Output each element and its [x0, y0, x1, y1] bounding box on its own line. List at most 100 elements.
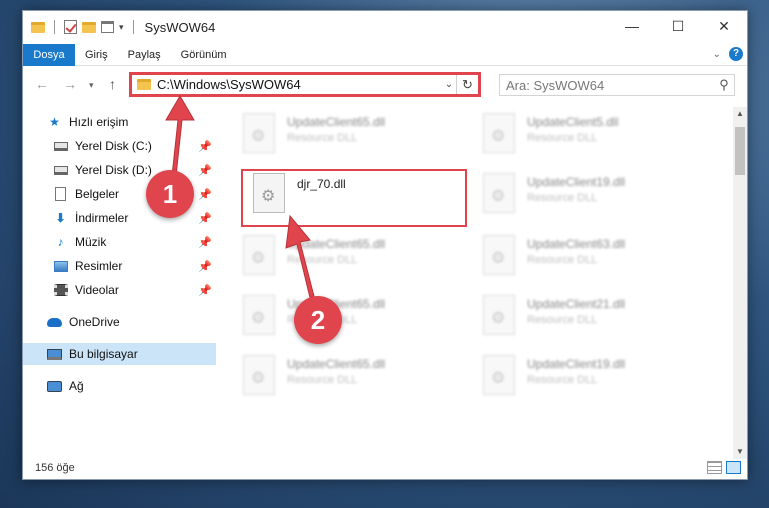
- dll-file-icon: [483, 295, 515, 335]
- file-name: UpdateClient65.dll: [287, 237, 386, 251]
- sidebar-item-label: Ağ: [69, 379, 84, 393]
- ribbon-right-controls: ⌄ ?: [713, 47, 743, 61]
- pin-icon[interactable]: 📌: [198, 260, 212, 273]
- sidebar-item-label: Videolar: [75, 283, 119, 297]
- file-item[interactable]: UpdateClient21.dll Resource DLL: [473, 291, 703, 343]
- properties-check-icon[interactable]: [64, 20, 77, 34]
- pin-icon[interactable]: 📌: [198, 284, 212, 297]
- sidebar-item-label: Müzik: [75, 235, 107, 249]
- file-item[interactable]: UpdateClient65.dllResource DLL: [233, 109, 463, 161]
- sidebar-item-disk-c[interactable]: Yerel Disk (C:) 📌: [23, 135, 216, 157]
- dll-file-icon: [483, 355, 515, 395]
- sidebar-item-label: OneDrive: [69, 315, 120, 329]
- tab-file[interactable]: Dosya: [23, 43, 75, 66]
- toolbar-dropdown-icon[interactable]: ▾: [119, 22, 124, 33]
- file-type: Resource DLL: [527, 314, 598, 326]
- search-input[interactable]: Ara: SysWOW64: [500, 78, 714, 93]
- download-icon: ⬇: [55, 211, 66, 225]
- step-badge-2: 2: [294, 296, 342, 344]
- dll-file-icon: [243, 113, 275, 153]
- item-count: 156 öğe: [35, 462, 75, 474]
- file-item[interactable]: UpdateClient65.dllResource DLL: [233, 351, 463, 403]
- sidebar-item-label: Yerel Disk (C:): [75, 139, 152, 153]
- status-bar: 156 öğe: [23, 457, 747, 479]
- details-view-icon[interactable]: [707, 461, 722, 474]
- sidebar-item-label: Bu bilgisayar: [69, 347, 138, 361]
- address-path[interactable]: C:\Windows\SysWOW64: [157, 77, 442, 92]
- refresh-icon[interactable]: ↻: [456, 75, 478, 94]
- step-badge-1: 1: [146, 170, 194, 218]
- network-icon: [47, 379, 62, 393]
- pin-icon[interactable]: 📌: [198, 140, 212, 153]
- dll-file-icon: [483, 235, 515, 275]
- computer-icon: [47, 347, 62, 361]
- maximize-button[interactable]: ☐: [655, 11, 701, 41]
- back-arrow-icon[interactable]: ←: [35, 76, 49, 92]
- file-item[interactable]: UpdateClient5.dll Resource DLL: [473, 109, 703, 161]
- file-type: Resource DLL: [527, 374, 598, 386]
- up-arrow-icon[interactable]: ↑: [109, 76, 116, 92]
- file-item-highlighted[interactable]: djr_70.dll: [241, 169, 467, 227]
- title-bar: ▾ SysWOW64 — ☐ ✕: [23, 11, 747, 43]
- sidebar-item-network[interactable]: Ağ: [23, 375, 216, 397]
- search-icon[interactable]: ⚲: [714, 77, 734, 93]
- file-type: Resource DLL: [287, 374, 358, 386]
- address-bar[interactable]: C:\Windows\SysWOW64 ⌄ ↻: [129, 72, 481, 97]
- drive-icon: [53, 139, 68, 153]
- sidebar-item-label: Belgeler: [75, 187, 120, 201]
- large-icons-view-icon[interactable]: [726, 461, 741, 474]
- sidebar-item-this-pc[interactable]: Bu bilgisayar: [23, 343, 216, 365]
- help-icon[interactable]: ?: [729, 47, 743, 61]
- ribbon-tabs: Dosya Giriş Paylaş Görünüm ⌄ ?: [23, 43, 747, 66]
- pictures-icon: [53, 259, 68, 273]
- forward-arrow-icon[interactable]: →: [63, 76, 77, 92]
- recent-locations-icon[interactable]: ▾: [89, 80, 94, 91]
- file-name: djr_70.dll: [297, 177, 346, 191]
- address-dropdown-icon[interactable]: ⌄: [442, 79, 456, 90]
- sidebar-item-music[interactable]: ♪ Müzik 📌: [23, 231, 216, 253]
- pin-icon[interactable]: 📌: [198, 164, 212, 177]
- tab-home[interactable]: Giriş: [75, 44, 118, 66]
- cloud-icon: [47, 315, 62, 329]
- file-type: Resource DLL: [527, 254, 598, 266]
- new-folder-icon[interactable]: [82, 21, 96, 33]
- sidebar-item-label: Resimler: [75, 259, 123, 273]
- file-item[interactable]: UpdateClient65.dllResource DLL: [233, 231, 463, 283]
- pin-icon[interactable]: 📌: [198, 188, 212, 201]
- file-item[interactable]: UpdateClient63.dll Resource DLL: [473, 231, 703, 283]
- minimize-button[interactable]: —: [609, 11, 655, 41]
- file-name: UpdateClient19.dll: [527, 175, 626, 189]
- window-controls: — ☐ ✕: [609, 11, 747, 41]
- sidebar-item-pictures[interactable]: Resimler 📌: [23, 255, 216, 277]
- search-box[interactable]: Ara: SysWOW64 ⚲: [499, 74, 735, 96]
- tab-share[interactable]: Paylaş: [118, 44, 171, 66]
- sidebar-item-quick-access[interactable]: ★ Hızlı erişim: [23, 111, 216, 133]
- sidebar-item-videos[interactable]: Videolar 📌: [23, 279, 216, 301]
- pin-icon[interactable]: 📌: [198, 236, 212, 249]
- vertical-scrollbar[interactable]: ▲ ▼: [733, 107, 747, 459]
- tab-view[interactable]: Görünüm: [171, 44, 237, 66]
- dll-file-icon: [243, 295, 275, 335]
- sidebar-item-onedrive[interactable]: OneDrive: [23, 311, 216, 333]
- navigation-bar: ← → ▾ ↑ C:\Windows\SysWOW64 ⌄ ↻ Ara: Sys…: [23, 72, 747, 98]
- scrollbar-thumb[interactable]: [735, 127, 745, 175]
- folder-icon[interactable]: [31, 21, 45, 33]
- file-item[interactable]: UpdateClient19.dll Resource DLL: [473, 351, 703, 403]
- file-item[interactable]: UpdateClient19.dll Resource DLL: [473, 169, 703, 221]
- pin-icon[interactable]: 📌: [198, 212, 212, 225]
- file-item[interactable]: UpdateClient65.dllResource DLL: [233, 291, 463, 343]
- quick-access-toolbar: ▾ SysWOW64: [23, 20, 215, 35]
- scroll-up-icon[interactable]: ▲: [733, 107, 747, 121]
- file-type: Resource DLL: [527, 132, 598, 144]
- videos-icon: [53, 283, 68, 297]
- file-name: UpdateClient63.dll: [527, 237, 626, 251]
- sidebar-item-label: Yerel Disk (D:): [75, 163, 152, 177]
- expand-ribbon-icon[interactable]: ⌄: [713, 49, 721, 60]
- document-icon: [53, 187, 68, 201]
- close-button[interactable]: ✕: [701, 11, 747, 41]
- dll-file-icon: [483, 173, 515, 213]
- customize-icon[interactable]: [101, 21, 114, 33]
- sidebar-item-label: Hızlı erişim: [69, 115, 129, 129]
- file-type: Resource DLL: [527, 192, 598, 204]
- toolbar-divider: [54, 20, 55, 34]
